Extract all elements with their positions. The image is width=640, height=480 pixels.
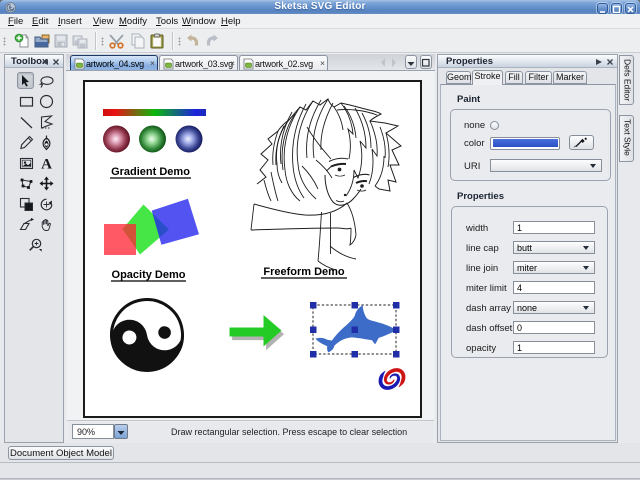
- svg-text:A: A: [41, 156, 52, 172]
- svg-text:Freeform Demo: Freeform Demo: [263, 266, 345, 278]
- svg-text:Gradient Demo: Gradient Demo: [111, 166, 190, 178]
- svg-text:Opacity Demo: Opacity Demo: [112, 269, 186, 281]
